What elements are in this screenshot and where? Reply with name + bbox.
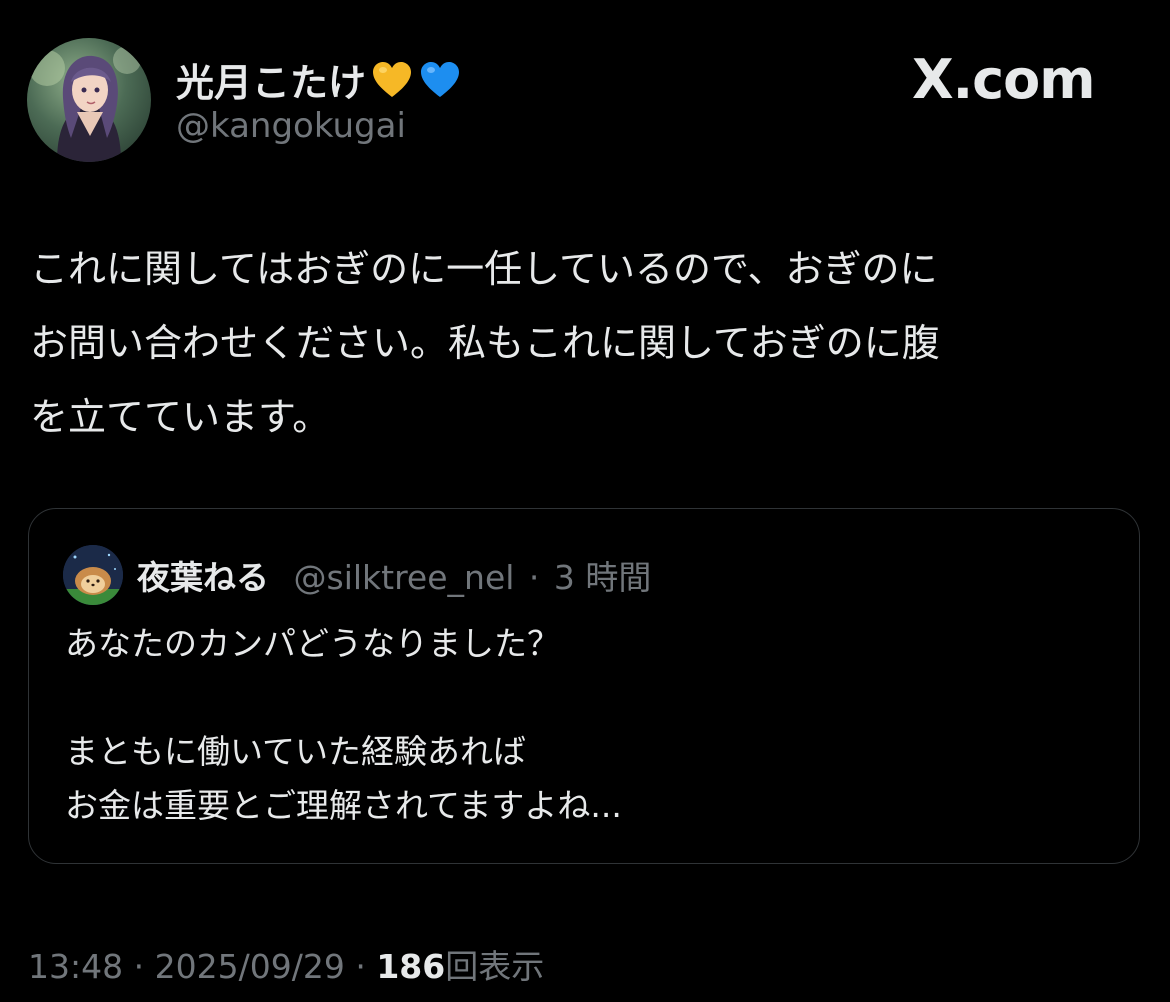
meta-separator: · — [355, 947, 366, 986]
avatar-portrait-icon — [29, 46, 141, 162]
views-count[interactable]: 186 — [376, 947, 445, 986]
author-display-name-row[interactable]: 光月こたけ — [176, 52, 462, 107]
meta-separator: · — [133, 947, 145, 986]
quoted-tweet-time[interactable]: 3 時間 — [554, 558, 652, 597]
tweet-body: これに関してはおぎのに一任しているので、おぎのに お問い合わせください。私もこれ… — [30, 232, 1120, 454]
quoted-author-name[interactable]: 夜葉ねる — [137, 558, 269, 597]
yellow-heart-icon — [370, 58, 414, 102]
tweet-time[interactable]: 13:48 — [28, 947, 123, 986]
quoted-tweet-card[interactable]: 夜葉ねる @silktree_nel · 3 時間 あなたのカンパどうなりました… — [28, 508, 1140, 864]
tweet-line: お問い合わせください。私もこれに関しておぎのに腹 — [30, 321, 940, 365]
quoted-tweet-line — [65, 671, 622, 725]
quoted-tweet-line: お金は重要とご理解されてますよね... — [65, 786, 622, 825]
quoted-author-handle[interactable]: @silktree_nel — [294, 558, 515, 597]
hedgehog-avatar-icon — [63, 545, 123, 605]
tweet-meta: 13:48 · 2025/09/29 · 186回表示 — [28, 940, 544, 988]
tweet-date[interactable]: 2025/09/29 — [155, 947, 345, 986]
blue-heart-icon — [418, 58, 462, 102]
author-avatar[interactable] — [27, 38, 151, 162]
quoted-tweet-body: あなたのカンパどうなりました？ まともに働いていた経験あれば お金は重要とご理解… — [65, 617, 622, 833]
views-label: 回表示 — [445, 947, 545, 986]
tweet-line: を立てています。 — [30, 395, 331, 439]
quoted-tweet-header: 夜葉ねる @silktree_nel · 3 時間 — [137, 551, 651, 599]
author-display-name[interactable]: 光月こたけ — [176, 52, 366, 107]
author-handle[interactable]: @kangokugai — [176, 106, 406, 146]
quoted-author-avatar[interactable] — [63, 545, 123, 605]
brand-logo: X.com — [912, 48, 1096, 111]
quoted-tweet-line: あなたのカンパどうなりました？ — [65, 624, 560, 663]
tweet-line: これに関してはおぎのに一任しているので、おぎのに — [30, 247, 938, 291]
quoted-tweet-line: まともに働いていた経験あれば — [65, 732, 527, 771]
quoted-header-separator: · — [528, 558, 540, 597]
